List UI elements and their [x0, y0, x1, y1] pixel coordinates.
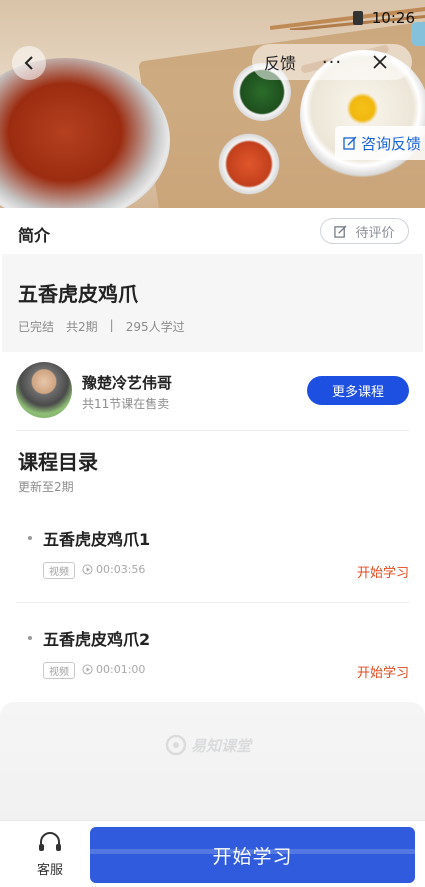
- lesson-duration-text: 00:01:00: [96, 663, 146, 676]
- lesson-item[interactable]: 五香虎皮鸡爪2 视频 00:01:00 开始学习: [0, 620, 425, 712]
- play-circle-icon: [82, 664, 93, 675]
- course-learners: 295人学过: [125, 320, 185, 334]
- brand-logo-icon: [165, 734, 187, 756]
- teacher-row[interactable]: 豫楚冷艺伟哥 共11节课在售卖 更多课程: [0, 352, 425, 430]
- lesson-duration: 00:03:56: [82, 563, 145, 576]
- more-button[interactable]: ···: [308, 52, 356, 73]
- lesson-item[interactable]: 五香虎皮鸡爪1 视频 00:03:56 开始学习: [0, 520, 425, 612]
- rate-label: 待评价: [355, 225, 395, 241]
- bottom-action-bar: 客服 开始学习: [0, 820, 425, 887]
- rate-edit-icon: [334, 225, 347, 238]
- lesson-name: 五香虎皮鸡爪1: [43, 530, 151, 549]
- bullet-icon: [28, 636, 32, 640]
- status-time: 10:26: [371, 9, 415, 27]
- divider: [16, 430, 409, 431]
- consult-label: 咨询反馈: [361, 134, 422, 153]
- play-circle-icon: [82, 564, 93, 575]
- teacher-name: 豫楚冷艺伟哥: [82, 374, 173, 392]
- teacher-course-count: 共11节课在售卖: [82, 397, 170, 411]
- lesson-type-tag: 视频: [43, 562, 75, 579]
- lesson-start-button[interactable]: 开始学习: [357, 562, 409, 581]
- feedback-button[interactable]: 反馈: [252, 50, 308, 74]
- close-button[interactable]: [356, 54, 404, 70]
- consult-feedback-button[interactable]: 咨询反馈: [335, 126, 425, 160]
- intro-label: 简介: [18, 226, 51, 245]
- lesson-type-tag: 视频: [43, 662, 75, 679]
- divider: [16, 602, 409, 603]
- lesson-duration: 00:01:00: [82, 663, 145, 676]
- customer-service-button[interactable]: 客服: [22, 831, 78, 878]
- lesson-name: 五香虎皮鸡爪2: [43, 630, 151, 649]
- course-meta: 已完结 共2期 | 295人学过: [18, 318, 185, 335]
- course-episodes: 共2期: [66, 320, 98, 334]
- close-icon: [373, 55, 387, 69]
- rate-button[interactable]: 待评价: [320, 218, 409, 244]
- bullet-icon: [28, 536, 32, 540]
- course-info-card: 五香虎皮鸡爪 已完结 共2期 | 295人学过: [2, 254, 423, 352]
- lesson-start-button[interactable]: 开始学习: [357, 662, 409, 681]
- footer-zone: [0, 702, 425, 820]
- top-action-pill: 反馈 ···: [252, 44, 412, 80]
- course-title: 五香虎皮鸡爪: [18, 282, 138, 306]
- brand-name: 易知课堂: [191, 736, 252, 755]
- brand-watermark: 易知课堂: [165, 734, 251, 756]
- customer-service-label: 客服: [36, 863, 63, 878]
- start-learning-button[interactable]: 开始学习: [90, 827, 415, 883]
- course-status: 已完结: [18, 320, 55, 334]
- edit-icon: [343, 136, 357, 150]
- course-cover-image: [0, 0, 425, 208]
- catalog-update-note: 更新至2期: [18, 480, 74, 494]
- meta-separator: |: [109, 318, 114, 332]
- headset-icon: [39, 832, 61, 851]
- catalog-title: 课程目录: [18, 450, 98, 474]
- battery-icon: [353, 11, 363, 25]
- lesson-duration-text: 00:03:56: [96, 563, 146, 576]
- chevron-left-icon: [24, 56, 33, 70]
- more-courses-button[interactable]: 更多课程: [307, 376, 409, 405]
- back-button[interactable]: [12, 46, 46, 80]
- kimchi-bowl: [218, 133, 280, 195]
- intro-section-header: 简介 待评价: [0, 208, 425, 254]
- avatar[interactable]: [16, 362, 72, 418]
